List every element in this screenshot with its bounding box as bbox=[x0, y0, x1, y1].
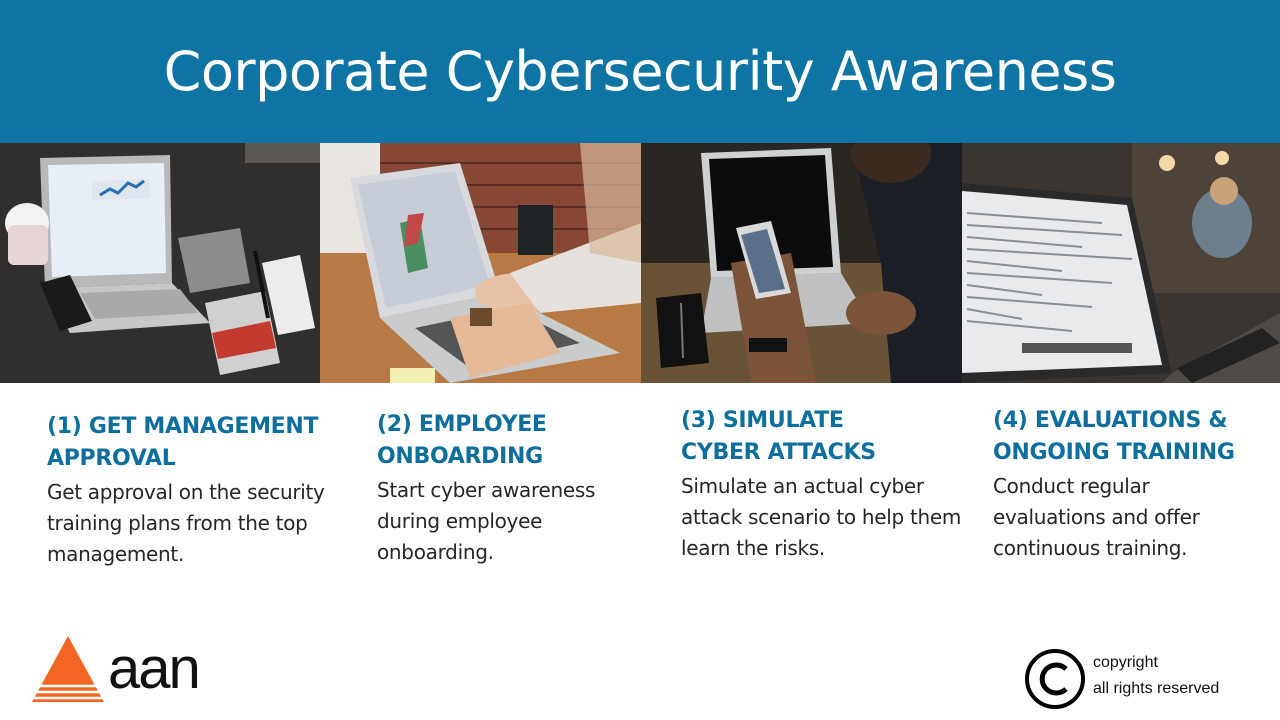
step-simulate-cyber-attacks: (3) SIMULATE CYBER ATTACKS Simulate an a… bbox=[681, 405, 976, 564]
logo-text: aan bbox=[108, 636, 201, 701]
slide-title: Corporate Cybersecurity Awareness bbox=[163, 40, 1117, 103]
step-employee-onboarding: (2) EMPLOYEE ONBOARDING Start cyber awar… bbox=[377, 405, 667, 568]
code-laptop-photo bbox=[962, 143, 1280, 383]
step-title: (3) SIMULATE CYBER ATTACKS bbox=[681, 408, 876, 465]
step-description: Conduct regular evaluations and offer co… bbox=[993, 474, 1200, 560]
copyright-notice: copyright all rights reserved bbox=[1093, 650, 1219, 702]
step-get-management-approval: (1) GET MANAGEMENT APPROVAL Get approval… bbox=[47, 405, 347, 570]
step-description: Start cyber awareness during employee on… bbox=[377, 478, 596, 564]
laptop-typing-photo bbox=[320, 143, 641, 383]
copyright-icon bbox=[1025, 649, 1085, 709]
phone-laptop-photo bbox=[641, 143, 962, 383]
step-title: (1) GET MANAGEMENT APPROVAL bbox=[47, 414, 319, 471]
step-title: (2) EMPLOYEE ONBOARDING bbox=[377, 412, 547, 469]
title-banner: Corporate Cybersecurity Awareness bbox=[0, 0, 1280, 143]
photo-strip bbox=[0, 143, 1280, 383]
rights-reserved-line: all rights reserved bbox=[1093, 680, 1220, 697]
step-description: Simulate an actual cyber attack scenario… bbox=[681, 474, 962, 560]
laptop-desk-photo bbox=[0, 143, 320, 383]
copyright-line: copyright bbox=[1093, 654, 1158, 671]
step-title: (4) EVALUATIONS & ONGOING TRAINING bbox=[993, 408, 1235, 465]
step-description: Get approval on the security training pl… bbox=[47, 480, 325, 566]
step-evaluations-ongoing-training: (4) EVALUATIONS & ONGOING TRAINING Condu… bbox=[993, 405, 1263, 564]
